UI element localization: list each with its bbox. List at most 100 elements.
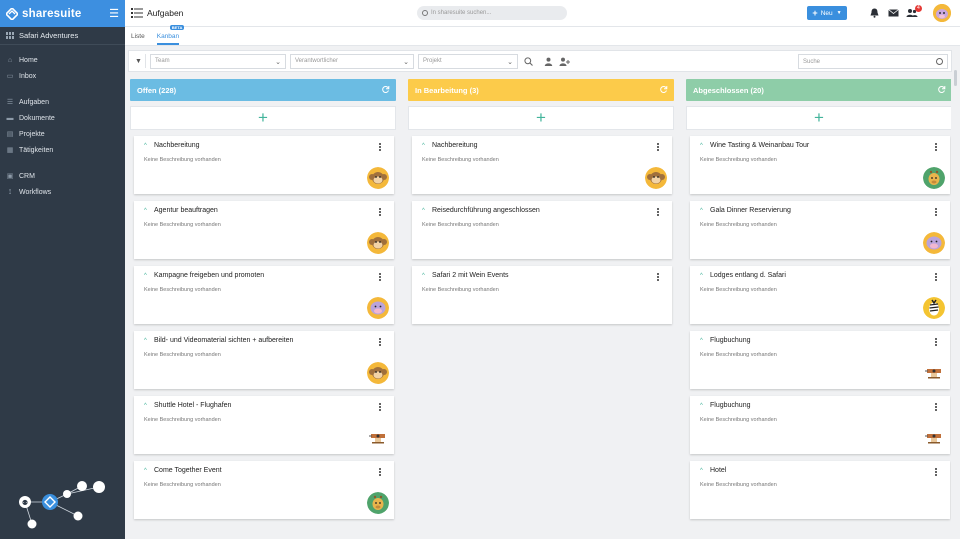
task-card[interactable]: ^ Shuttle Hotel - Flughafen Keine Beschrei… bbox=[134, 396, 394, 454]
more-options-icon[interactable] bbox=[379, 208, 382, 218]
more-options-icon[interactable] bbox=[379, 403, 382, 413]
collapse-caret-icon[interactable]: ^ bbox=[700, 143, 703, 149]
collapse-filter-icon[interactable]: ▼ bbox=[132, 54, 146, 68]
add-user-icon[interactable] bbox=[558, 55, 570, 67]
task-title[interactable]: Wine Tasting & Weinanbau Tour bbox=[710, 142, 809, 149]
search-icon[interactable] bbox=[522, 55, 534, 67]
more-options-icon[interactable] bbox=[379, 143, 382, 153]
projekt-select[interactable]: Projekt ⌄ bbox=[418, 53, 518, 69]
more-options-icon[interactable] bbox=[657, 143, 660, 153]
collapse-caret-icon[interactable]: ^ bbox=[144, 273, 147, 279]
hamburger-menu-icon[interactable]: ☰ bbox=[109, 7, 119, 20]
assignee-avatar[interactable] bbox=[367, 492, 389, 514]
user-filter-icon[interactable] bbox=[542, 55, 554, 67]
assignee-avatar[interactable] bbox=[923, 297, 945, 319]
global-search-input[interactable]: In sharesuite suchen... bbox=[417, 6, 567, 20]
verantwortlicher-select[interactable]: Verantwortlicher ⌄ bbox=[290, 53, 414, 69]
more-options-icon[interactable] bbox=[379, 273, 382, 283]
collapse-caret-icon[interactable]: ^ bbox=[422, 273, 425, 279]
more-options-icon[interactable] bbox=[935, 273, 938, 283]
collapse-caret-icon[interactable]: ^ bbox=[700, 273, 703, 279]
collapse-caret-icon[interactable]: ^ bbox=[700, 338, 703, 344]
sidebar-item-home[interactable]: ⌂ Home bbox=[0, 52, 125, 68]
sidebar-item-aufgaben[interactable]: ☰ Aufgaben bbox=[0, 94, 125, 110]
assignee-avatar[interactable] bbox=[645, 167, 667, 189]
refresh-icon[interactable] bbox=[659, 85, 668, 94]
sidebar-item-workflows[interactable]: ⟟ Workflows bbox=[0, 184, 125, 200]
task-title[interactable]: Flugbuchung bbox=[710, 337, 750, 344]
task-title[interactable]: Reisedurchführung angeschlossen bbox=[432, 207, 540, 214]
collapse-caret-icon[interactable]: ^ bbox=[700, 403, 703, 409]
task-card[interactable]: ^ Flugbuchung Keine Beschreibung vorhanden bbox=[690, 396, 950, 454]
collapse-caret-icon[interactable]: ^ bbox=[422, 208, 425, 214]
collapse-caret-icon[interactable]: ^ bbox=[144, 338, 147, 344]
sidebar-item-projekte[interactable]: ▤ Projekte bbox=[0, 126, 125, 142]
task-title[interactable]: Nachbereitung bbox=[432, 142, 478, 149]
sidebar-item-dokumente[interactable]: ▬ Dokumente bbox=[0, 110, 125, 126]
more-options-icon[interactable] bbox=[935, 208, 938, 218]
task-card[interactable]: ^ Kampagne freigeben und promoten Keine Be… bbox=[134, 266, 394, 324]
assignee-avatar[interactable] bbox=[367, 232, 389, 254]
collapse-caret-icon[interactable]: ^ bbox=[144, 468, 147, 474]
collapse-caret-icon[interactable]: ^ bbox=[422, 143, 425, 149]
tab-kanban[interactable]: Kanban BETA bbox=[156, 25, 185, 45]
more-options-icon[interactable] bbox=[657, 273, 660, 283]
task-card[interactable]: ^ Reisedurchführung angeschlossen Keine Be… bbox=[412, 201, 672, 259]
assignee-avatar[interactable] bbox=[923, 167, 945, 189]
task-card[interactable]: ^ Lodges entlang d. Safari Keine Beschreib… bbox=[690, 266, 950, 324]
more-options-icon[interactable] bbox=[935, 403, 938, 413]
more-options-icon[interactable] bbox=[379, 468, 382, 478]
collapse-caret-icon[interactable]: ^ bbox=[144, 208, 147, 214]
task-title[interactable]: Nachbereitung bbox=[154, 142, 200, 149]
task-title[interactable]: Lodges entlang d. Safari bbox=[710, 272, 786, 279]
assignee-avatar[interactable] bbox=[367, 297, 389, 319]
task-title[interactable]: Come Together Event bbox=[154, 467, 222, 474]
sidebar-item-taetigkeiten[interactable]: ▦ Tätigkeiten bbox=[0, 142, 125, 158]
task-title[interactable]: Gala Dinner Reservierung bbox=[710, 207, 791, 214]
refresh-icon[interactable] bbox=[381, 85, 390, 94]
more-options-icon[interactable] bbox=[935, 143, 938, 153]
task-card[interactable]: ^ Flugbuchung Keine Beschreibung vorhanden bbox=[690, 331, 950, 389]
task-card[interactable]: ^ Wine Tasting & Weinanbau Tour Keine Besc… bbox=[690, 136, 950, 194]
scrollbar[interactable] bbox=[954, 70, 957, 86]
assignee-avatar[interactable] bbox=[923, 427, 945, 449]
add-card-button[interactable]: + bbox=[686, 106, 951, 130]
sidebar-item-inbox[interactable]: ▭ Inbox bbox=[0, 68, 125, 84]
collapse-caret-icon[interactable]: ^ bbox=[144, 143, 147, 149]
collapse-caret-icon[interactable]: ^ bbox=[144, 403, 147, 409]
task-card[interactable]: ^ Bild- und Videomaterial sichten + aufbe… bbox=[134, 331, 394, 389]
task-card[interactable]: ^ Gala Dinner Reservierung Keine Beschreib… bbox=[690, 201, 950, 259]
task-card[interactable]: ^ Nachbereitung Keine Beschreibung vorhand… bbox=[134, 136, 394, 194]
assignee-avatar[interactable] bbox=[367, 427, 389, 449]
board-search-input[interactable]: Suche bbox=[798, 54, 948, 69]
bell-icon[interactable] bbox=[869, 8, 880, 18]
task-title[interactable]: Flugbuchung bbox=[710, 402, 750, 409]
mail-icon[interactable] bbox=[888, 8, 899, 18]
more-options-icon[interactable] bbox=[379, 338, 382, 348]
more-options-icon[interactable] bbox=[935, 468, 938, 478]
task-card[interactable]: ^ Nachbereitung Keine Beschreibung vorhand… bbox=[412, 136, 672, 194]
more-options-icon[interactable] bbox=[657, 208, 660, 218]
workspace-selector[interactable]: Safari Adventures bbox=[0, 27, 125, 45]
assignee-avatar[interactable] bbox=[367, 362, 389, 384]
user-avatar[interactable] bbox=[933, 4, 951, 22]
task-card[interactable]: ^ Safari 2 mit Wein Events Keine Beschreib… bbox=[412, 266, 672, 324]
task-title[interactable]: Safari 2 mit Wein Events bbox=[432, 272, 509, 279]
refresh-icon[interactable] bbox=[937, 85, 946, 94]
task-title[interactable]: Hotel bbox=[710, 467, 726, 474]
sidebar-item-crm[interactable]: ▣ CRM bbox=[0, 168, 125, 184]
assignee-avatar[interactable] bbox=[923, 232, 945, 254]
task-card[interactable]: ^ Hotel Keine Beschreibung vorhanden bbox=[690, 461, 950, 519]
task-title[interactable]: Kampagne freigeben und promoten bbox=[154, 272, 264, 279]
collapse-caret-icon[interactable]: ^ bbox=[700, 468, 703, 474]
add-card-button[interactable]: + bbox=[408, 106, 674, 130]
add-card-button[interactable]: + bbox=[130, 106, 396, 130]
task-card[interactable]: ^ Come Together Event Keine Beschreibung v… bbox=[134, 461, 394, 519]
assignee-avatar[interactable] bbox=[923, 362, 945, 384]
team-select[interactable]: Team ⌄ bbox=[150, 53, 286, 69]
task-title[interactable]: Agentur beauftragen bbox=[154, 207, 218, 214]
task-card[interactable]: ^ Agentur beauftragen Keine Beschreibung v… bbox=[134, 201, 394, 259]
collapse-caret-icon[interactable]: ^ bbox=[700, 208, 703, 214]
new-button[interactable]: + Neu ▼ bbox=[807, 6, 847, 20]
tab-liste[interactable]: Liste bbox=[131, 33, 145, 45]
